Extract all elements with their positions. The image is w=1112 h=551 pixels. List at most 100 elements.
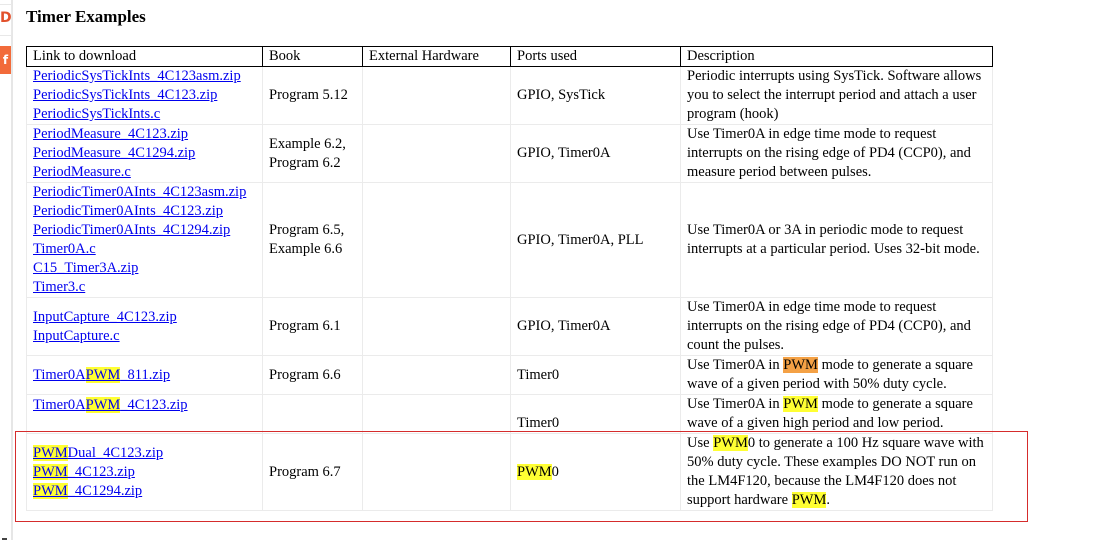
header-link-to-download: Link to download (26, 46, 263, 67)
description-cell: Use PWM0 to generate a 100 Hz square wav… (680, 433, 993, 511)
download-link[interactable]: PeriodMeasure.c (33, 163, 256, 182)
edge-divider (11, 0, 13, 540)
download-link[interactable]: PeriodMeasure_4C1294.zip (33, 144, 256, 163)
desc-text: . (826, 492, 830, 508)
book-cell: Program 6.7 (262, 433, 363, 511)
download-link[interactable]: InputCapture.c (33, 327, 256, 346)
search-highlight: PWM (713, 435, 748, 451)
header-book: Book (262, 46, 363, 67)
link-text: _4C123.zip (120, 397, 188, 413)
description-cell: Use Timer0A in edge time mode to request… (680, 297, 993, 356)
book-line: Example 6.2, (269, 135, 346, 152)
link-text: Timer0A (33, 366, 86, 383)
book-cell: Program 6.6 (262, 355, 363, 395)
ports-cell: Timer0 (510, 355, 681, 395)
sidebar-tab-icon[interactable]: D (0, 4, 12, 36)
download-links-cell: PWMDual_4C123.zip PWM_4C123.zip PWM_4C12… (26, 433, 263, 511)
timer-examples-table: Link to download Book External Hardware … (26, 46, 993, 511)
download-link[interactable]: PeriodicSysTickInts_4C123asm.zip (33, 67, 256, 86)
book-cell: Program 5.12 (262, 66, 363, 125)
ports-cell: GPIO, Timer0A (510, 124, 681, 183)
search-highlight: PWM (85, 397, 121, 413)
link-text: _4C1294.zip (67, 482, 143, 499)
search-highlight: PWM (517, 463, 552, 480)
hardware-cell (362, 66, 511, 125)
link-text: _4C123.zip (67, 463, 135, 480)
ports-cell: GPIO, Timer0A, PLL (510, 182, 681, 298)
hardware-cell (362, 124, 511, 183)
download-links-cell: Timer0APWM_4C123.zip (26, 394, 263, 434)
description-cell: Use Timer0A in edge time mode to request… (680, 124, 993, 183)
hardware-cell (362, 297, 511, 356)
table-header-row: Link to download Book External Hardware … (26, 46, 993, 67)
download-link[interactable]: Timer3.c (33, 278, 256, 297)
download-link[interactable]: PeriodicSysTickInts_4C123.zip (33, 86, 256, 105)
header-external-hardware: External Hardware (362, 46, 511, 67)
table-row: Timer0APWM_4C123.zip Timer0 Use Timer0A … (26, 394, 993, 434)
download-link[interactable]: PWMDual_4C123.zip (33, 444, 256, 463)
download-link[interactable]: PWM_4C123.zip (33, 463, 256, 482)
header-ports-used: Ports used (510, 46, 681, 67)
desc-text: Use Timer0A in (687, 396, 784, 412)
download-links-cell: InputCapture_4C123.zip InputCapture.c (26, 297, 263, 356)
search-highlight: PWM (85, 366, 121, 383)
book-line: Program 6.5, (269, 222, 345, 238)
link-text: Timer0A (33, 397, 86, 413)
download-links-cell: PeriodicTimer0AInts_4C123asm.zip Periodi… (26, 182, 263, 298)
table-row: PeriodicTimer0AInts_4C123asm.zip Periodi… (26, 182, 993, 298)
description-cell: Periodic interrupts using SysTick. Softw… (680, 66, 993, 125)
table-row: PeriodMeasure_4C123.zip PeriodMeasure_4C… (26, 124, 993, 183)
ports-text: 0 (551, 463, 559, 480)
table-row: PWMDual_4C123.zip PWM_4C123.zip PWM_4C12… (26, 433, 993, 511)
edge-marker (2, 538, 7, 540)
book-line: Program 6.2 (269, 154, 341, 171)
link-text: _811.zip (120, 366, 171, 383)
book-cell: Example 6.2, Program 6.2 (262, 124, 363, 183)
description-cell: Use Timer0A or 3A in periodic mode to re… (680, 182, 993, 298)
desc-text: Use (687, 435, 714, 451)
hardware-cell (362, 394, 511, 434)
ports-cell: PWM0 (510, 433, 681, 511)
desc-text: Use Timer0A in (687, 357, 784, 373)
book-cell (262, 394, 363, 434)
hardware-cell (362, 433, 511, 511)
download-link[interactable]: PeriodicTimer0AInts_4C1294.zip (33, 221, 256, 240)
download-links-cell: Timer0APWM_811.zip (26, 355, 263, 395)
download-link[interactable]: C15_Timer3A.zip (33, 259, 256, 278)
download-link[interactable]: Timer0APWM_811.zip (33, 366, 256, 385)
search-highlight: PWM (33, 482, 68, 499)
download-link[interactable]: Timer0A.c (33, 240, 256, 259)
link-text: Dual_4C123.zip (67, 444, 164, 461)
ports-cell: GPIO, Timer0A (510, 297, 681, 356)
download-link[interactable]: PWM_4C1294.zip (33, 482, 256, 501)
page-title: Timer Examples (26, 7, 146, 26)
ports-cell: GPIO, SysTick (510, 66, 681, 125)
book-line: Example 6.6 (269, 241, 343, 257)
header-description: Description (680, 46, 993, 67)
search-highlight: PWM (33, 463, 68, 480)
search-highlight: PWM (783, 396, 818, 412)
table-row: PeriodicSysTickInts_4C123asm.zip Periodi… (26, 66, 993, 125)
table-row: Timer0APWM_811.zip Program 6.6 Timer0 Us… (26, 355, 993, 395)
search-highlight: PWM (791, 492, 827, 508)
left-edge-strip: D f (0, 0, 14, 551)
current-search-match: PWM (783, 357, 818, 373)
book-cell: Program 6.5, Example 6.6 (262, 182, 363, 298)
search-highlight: PWM (33, 444, 68, 461)
feed-icon[interactable]: f (0, 46, 11, 74)
book-cell: Program 6.1 (262, 297, 363, 356)
description-cell: Use Timer0A in PWM mode to generate a sq… (680, 355, 993, 395)
table-row: InputCapture_4C123.zip InputCapture.c Pr… (26, 297, 993, 356)
download-link[interactable]: InputCapture_4C123.zip (33, 308, 256, 327)
download-links-cell: PeriodicSysTickInts_4C123asm.zip Periodi… (26, 66, 263, 125)
description-cell: Use Timer0A in PWM mode to generate a sq… (680, 394, 993, 434)
hardware-cell (362, 355, 511, 395)
download-link[interactable]: Timer0APWM_4C123.zip (33, 396, 256, 415)
download-link[interactable]: PeriodicTimer0AInts_4C123asm.zip (33, 183, 256, 202)
download-links-cell: PeriodMeasure_4C123.zip PeriodMeasure_4C… (26, 124, 263, 183)
download-link[interactable]: PeriodicTimer0AInts_4C123.zip (33, 202, 256, 221)
ports-cell: Timer0 (510, 394, 681, 434)
download-link[interactable]: PeriodMeasure_4C123.zip (33, 125, 256, 144)
download-link[interactable]: PeriodicSysTickInts.c (33, 105, 256, 124)
hardware-cell (362, 182, 511, 298)
